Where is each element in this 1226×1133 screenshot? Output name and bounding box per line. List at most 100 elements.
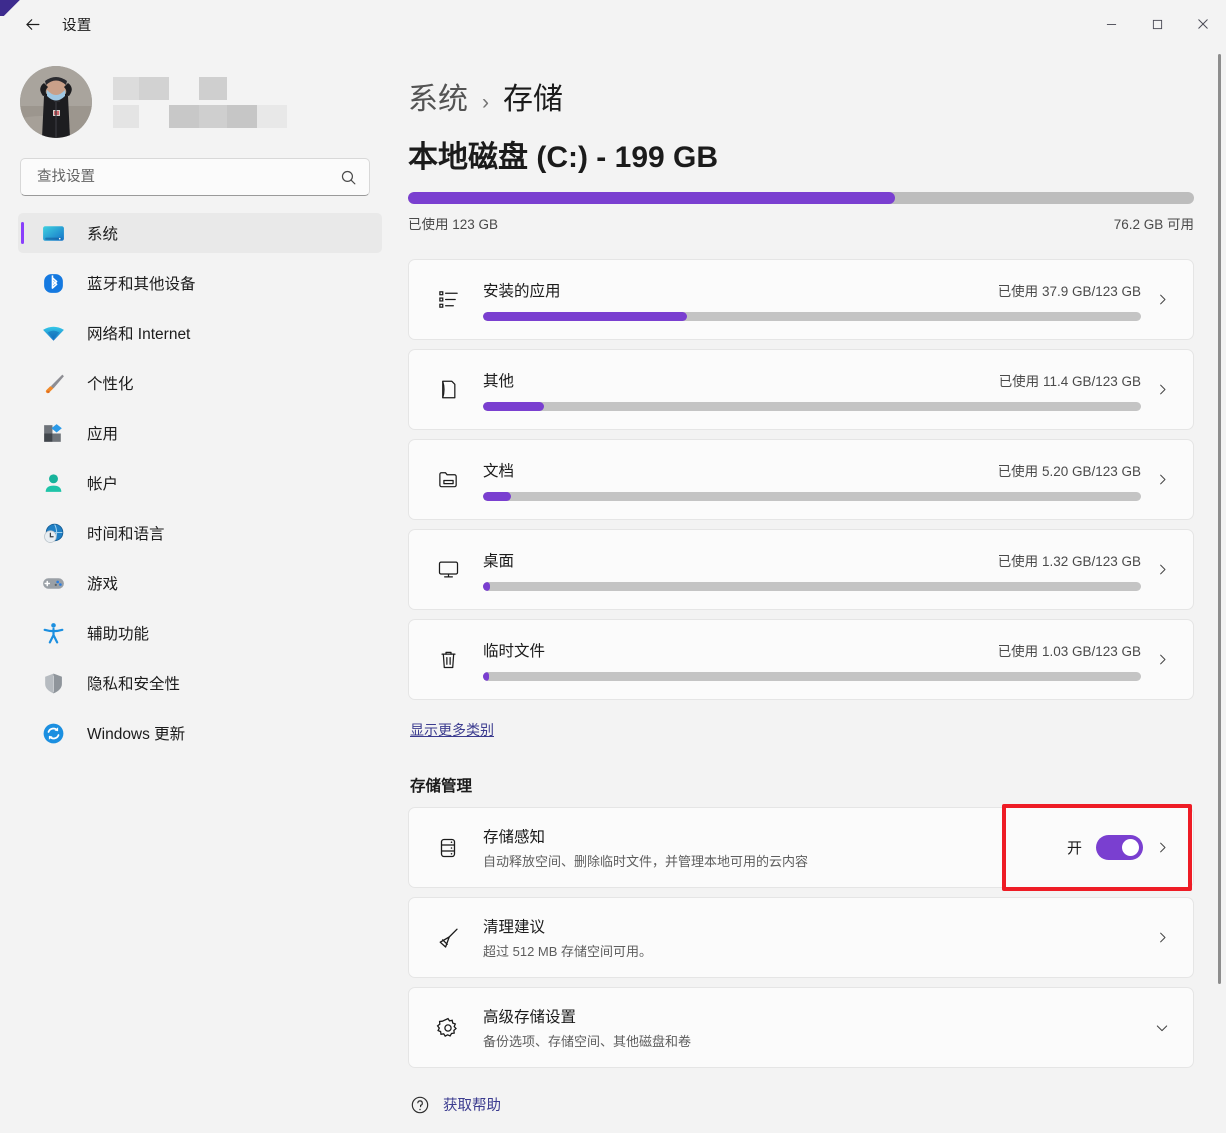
chevron-right-icon xyxy=(1145,840,1179,855)
maximize-button[interactable] xyxy=(1134,0,1180,48)
storage-category-body: 临时文件已使用 1.03 GB/123 GB xyxy=(483,639,1145,681)
folder-doc-icon xyxy=(431,468,465,491)
sidebar-item-privacy[interactable]: 隐私和安全性 xyxy=(18,663,382,703)
avatar-photo xyxy=(20,66,92,138)
breadcrumb: 系统 › 存储 xyxy=(408,74,1194,118)
shield-icon xyxy=(40,670,66,696)
sidebar-item-label: Windows 更新 xyxy=(87,722,185,744)
close-button[interactable] xyxy=(1180,0,1226,48)
storage-category-usage: 已使用 1.32 GB/123 GB xyxy=(998,550,1141,570)
monitor-icon xyxy=(40,220,66,246)
trash-icon xyxy=(431,648,465,671)
disk-used-label: 已使用 123 GB xyxy=(408,213,498,233)
storage-category-name: 桌面 xyxy=(483,549,514,571)
chevron-right-icon xyxy=(1145,652,1179,667)
sidebar-item-label: 帐户 xyxy=(87,472,118,494)
back-button[interactable] xyxy=(12,8,52,40)
chevron-right-icon xyxy=(1145,472,1179,487)
sidebar-item-time-language[interactable]: 时间和语言 xyxy=(18,513,382,553)
sidebar-item-accessibility[interactable]: 辅助功能 xyxy=(18,613,382,653)
gamepad-icon xyxy=(40,570,66,596)
redaction-block xyxy=(227,105,257,128)
page-fold-icon xyxy=(431,378,465,401)
storage-category-fill xyxy=(483,582,490,591)
storage-category-body: 其他已使用 11.4 GB/123 GB xyxy=(483,369,1145,411)
storage-category-card[interactable]: 安装的应用已使用 37.9 GB/123 GB xyxy=(408,259,1194,340)
chevron-right-icon xyxy=(1145,382,1179,397)
sidebar-item-label: 隐私和安全性 xyxy=(87,672,180,694)
minimize-button[interactable] xyxy=(1088,0,1134,48)
redaction-block xyxy=(169,105,199,128)
storage-category-body: 桌面 已使用 1.32 GB/123 GB xyxy=(483,549,1145,591)
minimize-icon xyxy=(1106,19,1117,30)
storage-sense-card[interactable]: 存储感知 自动释放空间、删除临时文件，并管理本地可用的云内容 开 xyxy=(408,807,1194,888)
redaction-block xyxy=(139,105,169,128)
advanced-text: 高级存储设置 备份选项、存储空间、其他磁盘和卷 xyxy=(483,1005,1145,1050)
storage-sense-icon xyxy=(431,836,465,860)
monitor-outline-icon xyxy=(431,558,465,581)
page-title: 本地磁盘 (C:) - 199 GB xyxy=(408,132,1194,176)
sidebar-item-system[interactable]: 系统 xyxy=(18,213,382,253)
user-name-redacted xyxy=(113,77,287,128)
back-arrow-icon xyxy=(23,15,42,34)
storage-category-name: 文档 xyxy=(483,459,514,481)
settings-window: 设置 xyxy=(0,0,1226,1133)
chevron-right-icon xyxy=(1145,562,1179,577)
storage-category-name: 临时文件 xyxy=(483,639,545,661)
redaction-block xyxy=(113,77,139,100)
sidebar-item-network[interactable]: 网络和 Internet xyxy=(18,313,382,353)
get-help-label: 获取帮助 xyxy=(443,1094,501,1115)
redaction-block xyxy=(139,77,169,100)
maximize-icon xyxy=(1152,19,1163,30)
redaction-block xyxy=(113,105,139,128)
sidebar-item-label: 网络和 Internet xyxy=(87,322,190,344)
sidebar-nav: 系统 蓝牙和其他设备 xyxy=(0,213,400,753)
breadcrumb-parent[interactable]: 系统 xyxy=(408,74,468,118)
storage-category-bar xyxy=(483,582,1141,591)
vertical-scrollbar[interactable] xyxy=(1218,54,1221,984)
cleanup-recommendations-card[interactable]: 清理建议 超过 512 MB 存储空间可用。 xyxy=(408,897,1194,978)
search-box[interactable] xyxy=(20,158,370,196)
sidebar-item-bluetooth[interactable]: 蓝牙和其他设备 xyxy=(18,263,382,303)
search-input[interactable] xyxy=(37,159,340,195)
sidebar-item-gaming[interactable]: 游戏 xyxy=(18,563,382,603)
sidebar-item-personalization[interactable]: 个性化 xyxy=(18,363,382,403)
storage-category-fill xyxy=(483,402,544,411)
gear-icon xyxy=(431,1016,465,1040)
sidebar-item-label: 蓝牙和其他设备 xyxy=(87,272,196,294)
show-more-categories-link[interactable]: 显示更多类别 xyxy=(410,720,494,740)
storage-category-bar xyxy=(483,492,1141,501)
user-profile[interactable] xyxy=(0,48,400,144)
chevron-right-icon xyxy=(1145,292,1179,307)
storage-category-usage: 已使用 37.9 GB/123 GB xyxy=(998,280,1141,300)
broom-icon xyxy=(431,926,465,950)
advanced-title: 高级存储设置 xyxy=(483,1005,1145,1027)
storage-category-card[interactable]: 其他已使用 11.4 GB/123 GB xyxy=(408,349,1194,430)
disk-usage-fill xyxy=(408,192,895,204)
advanced-storage-settings-card[interactable]: 高级存储设置 备份选项、存储空间、其他磁盘和卷 xyxy=(408,987,1194,1068)
breadcrumb-separator-icon: › xyxy=(482,91,489,115)
close-icon xyxy=(1197,18,1209,30)
storage-category-card[interactable]: 文档已使用 5.20 GB/123 GB xyxy=(408,439,1194,520)
storage-category-bar xyxy=(483,672,1141,681)
advanced-subtitle: 备份选项、存储空间、其他磁盘和卷 xyxy=(483,1031,1145,1050)
storage-category-card[interactable]: 桌面 已使用 1.32 GB/123 GB xyxy=(408,529,1194,610)
sidebar-item-apps[interactable]: 应用 xyxy=(18,413,382,453)
redaction-block xyxy=(257,105,287,128)
storage-category-card[interactable]: 临时文件已使用 1.03 GB/123 GB xyxy=(408,619,1194,700)
storage-sense-title: 存储感知 xyxy=(483,825,1067,847)
person-icon xyxy=(40,470,66,496)
get-help-link[interactable]: 获取帮助 xyxy=(410,1094,1194,1115)
storage-category-bar xyxy=(483,312,1141,321)
storage-category-fill xyxy=(483,312,687,321)
sidebar-item-label: 辅助功能 xyxy=(87,622,149,644)
disk-free-label: 76.2 GB 可用 xyxy=(1114,213,1194,233)
window-controls xyxy=(1088,0,1226,48)
storage-category-name: 其他 xyxy=(483,369,514,391)
sidebar-item-windows-update[interactable]: Windows 更新 xyxy=(18,713,382,753)
sidebar: 系统 蓝牙和其他设备 xyxy=(0,48,400,1133)
sidebar-item-accounts[interactable]: 帐户 xyxy=(18,463,382,503)
storage-sense-toggle[interactable] xyxy=(1096,835,1143,860)
title-bar: 设置 xyxy=(0,0,1226,48)
redaction-block xyxy=(199,77,227,100)
